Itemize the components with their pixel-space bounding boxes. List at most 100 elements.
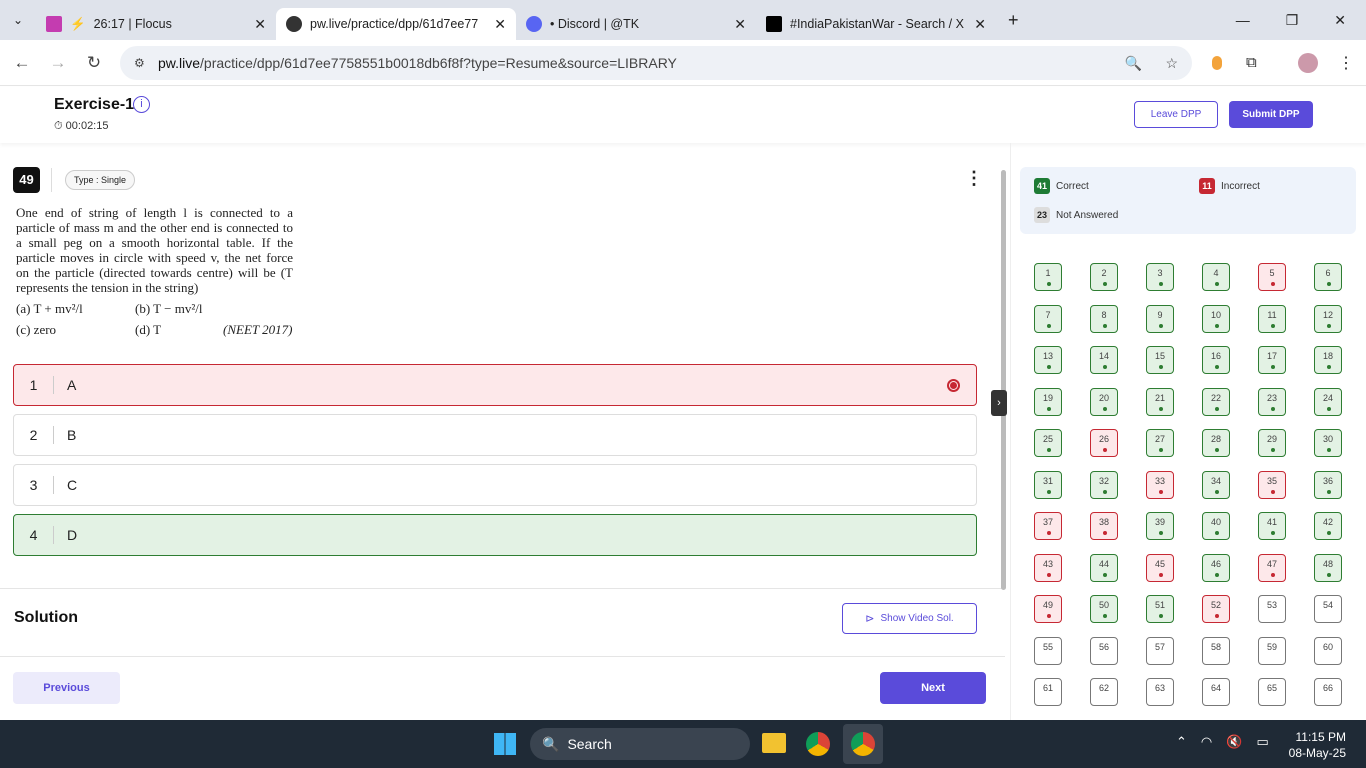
info-icon[interactable]: i <box>133 96 150 113</box>
question-50-correct[interactable]: 50 <box>1090 595 1118 623</box>
window-close-icon[interactable]: ✕ <box>1334 12 1346 29</box>
question-54-na[interactable]: 54 <box>1314 595 1342 623</box>
file-explorer-icon[interactable] <box>762 733 786 753</box>
question-63-na[interactable]: 63 <box>1146 678 1174 706</box>
question-31-correct[interactable]: 31 <box>1034 470 1062 499</box>
question-23-correct[interactable]: 23 <box>1258 387 1286 416</box>
question-56-na[interactable]: 56 <box>1090 636 1118 665</box>
forward-icon[interactable]: → <box>40 53 76 73</box>
option-3[interactable]: 3C <box>13 464 977 506</box>
clock-time[interactable]: 11:15 PM <box>1289 729 1346 745</box>
reload-icon[interactable]: ↻ <box>76 53 112 73</box>
collapse-panel-chevron-icon[interactable]: › <box>991 390 1007 416</box>
back-icon[interactable]: ← <box>4 53 40 73</box>
profile-avatar[interactable] <box>1298 52 1318 73</box>
question-48-correct[interactable]: 48 <box>1314 553 1342 582</box>
battery-icon[interactable]: ▭ <box>1256 734 1268 750</box>
wifi-icon[interactable]: ◠ <box>1201 734 1212 750</box>
windows-start-icon[interactable] <box>494 733 516 755</box>
question-52-incorrect[interactable]: 52 <box>1202 595 1230 623</box>
more-options-icon[interactable]: ⋮ <box>965 168 983 189</box>
question-10-correct[interactable]: 10 <box>1202 304 1230 333</box>
question-57-na[interactable]: 57 <box>1146 636 1174 665</box>
question-16-correct[interactable]: 16 <box>1202 346 1230 374</box>
previous-button[interactable]: Previous <box>13 672 120 704</box>
question-40-correct[interactable]: 40 <box>1202 512 1230 540</box>
question-32-correct[interactable]: 32 <box>1090 470 1118 499</box>
question-15-correct[interactable]: 15 <box>1146 346 1174 374</box>
question-65-na[interactable]: 65 <box>1258 678 1286 706</box>
question-37-incorrect[interactable]: 37 <box>1034 512 1062 540</box>
question-1-correct[interactable]: 1 <box>1034 263 1062 291</box>
clock-date[interactable]: 08-May-25 <box>1289 745 1346 761</box>
question-38-incorrect[interactable]: 38 <box>1090 512 1118 540</box>
question-36-correct[interactable]: 36 <box>1314 470 1342 499</box>
menu-icon[interactable]: ⋮ <box>1338 53 1354 73</box>
question-66-na[interactable]: 66 <box>1314 678 1342 706</box>
question-59-na[interactable]: 59 <box>1258 636 1286 665</box>
question-46-correct[interactable]: 46 <box>1202 553 1230 582</box>
close-icon[interactable]: ✕ <box>254 16 266 33</box>
question-60-na[interactable]: 60 <box>1314 636 1342 665</box>
tab-pw[interactable]: pw.live/practice/dpp/61d7ee77 ✕ <box>276 8 516 40</box>
question-21-correct[interactable]: 21 <box>1146 387 1174 416</box>
question-9-correct[interactable]: 9 <box>1146 304 1174 333</box>
restore-icon[interactable]: ❐ <box>1286 12 1299 29</box>
question-8-correct[interactable]: 8 <box>1090 304 1118 333</box>
question-5-incorrect[interactable]: 5 <box>1258 263 1286 291</box>
question-43-incorrect[interactable]: 43 <box>1034 553 1062 582</box>
question-20-correct[interactable]: 20 <box>1090 387 1118 416</box>
question-44-correct[interactable]: 44 <box>1090 553 1118 582</box>
option-4[interactable]: 4D <box>13 514 977 556</box>
question-4-correct[interactable]: 4 <box>1202 263 1230 291</box>
question-14-correct[interactable]: 14 <box>1090 346 1118 374</box>
show-video-solution-button[interactable]: ⊳ Show Video Sol. <box>842 603 977 634</box>
zoom-icon[interactable]: 🔍 <box>1125 55 1142 72</box>
taskbar-search[interactable]: 🔍 Search <box>530 728 750 760</box>
tab-search-icon[interactable]: ⌄ <box>0 13 36 27</box>
question-25-correct[interactable]: 25 <box>1034 429 1062 457</box>
question-28-correct[interactable]: 28 <box>1202 429 1230 457</box>
tab-discord[interactable]: • Discord | @TK ✕ <box>516 8 756 40</box>
leave-dpp-button[interactable]: Leave DPP <box>1134 101 1218 128</box>
question-34-correct[interactable]: 34 <box>1202 470 1230 499</box>
option-1[interactable]: 1A <box>13 364 977 406</box>
question-42-correct[interactable]: 42 <box>1314 512 1342 540</box>
question-45-incorrect[interactable]: 45 <box>1146 553 1174 582</box>
option-2[interactable]: 2B <box>13 414 977 456</box>
question-47-incorrect[interactable]: 47 <box>1258 553 1286 582</box>
question-35-incorrect[interactable]: 35 <box>1258 470 1286 499</box>
tab-flocus[interactable]: ⚡ 26:17 | Flocus ✕ <box>36 8 276 40</box>
question-22-correct[interactable]: 22 <box>1202 387 1230 416</box>
question-30-correct[interactable]: 30 <box>1314 429 1342 457</box>
question-49-incorrect[interactable]: 49 <box>1034 595 1062 623</box>
question-7-correct[interactable]: 7 <box>1034 304 1062 333</box>
new-tab-icon[interactable]: + <box>1008 10 1019 31</box>
question-27-correct[interactable]: 27 <box>1146 429 1174 457</box>
question-29-correct[interactable]: 29 <box>1258 429 1286 457</box>
question-26-incorrect[interactable]: 26 <box>1090 429 1118 457</box>
close-icon[interactable]: ✕ <box>734 16 746 33</box>
question-39-correct[interactable]: 39 <box>1146 512 1174 540</box>
question-53-na[interactable]: 53 <box>1258 595 1286 623</box>
question-41-correct[interactable]: 41 <box>1258 512 1286 540</box>
question-62-na[interactable]: 62 <box>1090 678 1118 706</box>
close-icon[interactable]: ✕ <box>494 16 506 33</box>
chevron-up-icon[interactable]: ⌃ <box>1176 734 1187 750</box>
question-24-correct[interactable]: 24 <box>1314 387 1342 416</box>
scrollbar[interactable] <box>1001 170 1006 590</box>
question-17-correct[interactable]: 17 <box>1258 346 1286 374</box>
next-button[interactable]: Next <box>880 672 986 704</box>
star-icon[interactable]: ☆ <box>1165 55 1178 72</box>
site-info-icon[interactable]: ⚙ <box>134 56 145 70</box>
question-55-na[interactable]: 55 <box>1034 636 1062 665</box>
question-11-correct[interactable]: 11 <box>1258 304 1286 333</box>
close-icon[interactable]: ✕ <box>974 16 986 33</box>
question-19-correct[interactable]: 19 <box>1034 387 1062 416</box>
question-18-correct[interactable]: 18 <box>1314 346 1342 374</box>
mute-icon[interactable]: 🔇 <box>1226 734 1242 750</box>
question-3-correct[interactable]: 3 <box>1146 263 1174 291</box>
question-51-correct[interactable]: 51 <box>1146 595 1174 623</box>
url-input[interactable]: ⚙ pw.live/practice/dpp/61d7ee7758551b001… <box>120 46 1192 80</box>
chrome-profile-icon[interactable] <box>843 724 883 764</box>
